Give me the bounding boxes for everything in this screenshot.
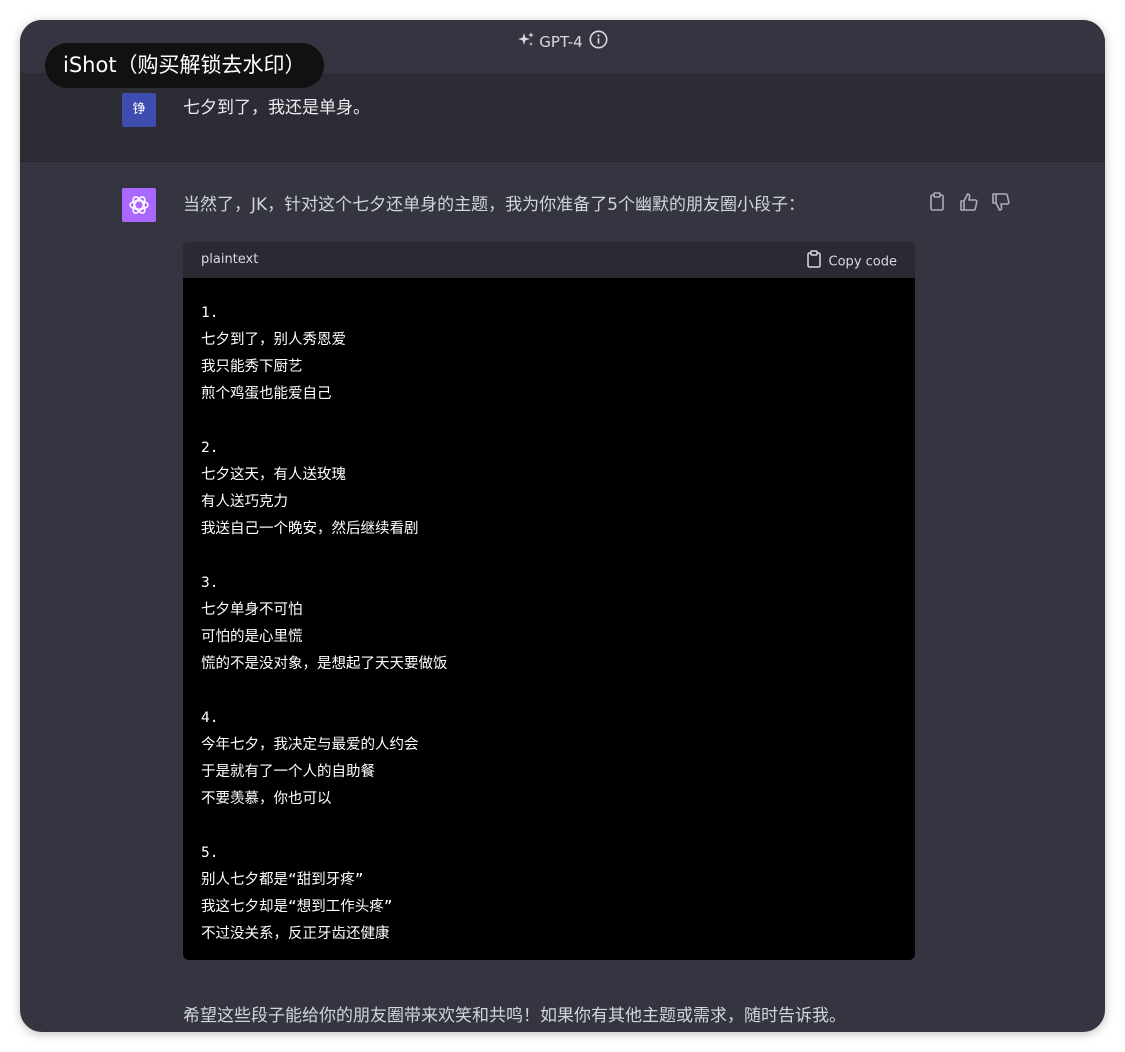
code-line: 有人送巧克力 <box>201 494 288 510</box>
code-line: 慌的不是没对象，是想起了天天要做饭 <box>201 656 448 672</box>
assistant-intro-text: 当然了，JK，针对这个七夕还单身的主题，我为你准备了5个幽默的朋友圈小段子： <box>183 195 805 215</box>
clipboard-icon[interactable] <box>926 190 948 214</box>
code-line: 不过没关系，反正牙齿还健康 <box>201 926 390 942</box>
code-line: 我这七夕却是“想到工作头疼” <box>201 899 393 915</box>
copy-code-label: Copy code <box>828 254 897 270</box>
message-actions <box>926 190 1016 214</box>
code-line: 我送自己一个晚安，然后继续看剧 <box>201 521 419 537</box>
code-line: 今年七夕，我决定与最爱的人约会 <box>201 737 419 753</box>
user-avatar: 铮 <box>122 93 156 127</box>
code-line: 于是就有了一个人的自助餐 <box>201 764 375 780</box>
code-line: 3. <box>201 575 219 591</box>
code-header: plaintext Copy code <box>183 242 915 278</box>
code-line: 煎个鸡蛋也能爱自己 <box>201 386 332 402</box>
clipboard-icon <box>806 250 822 275</box>
chat-window: GPT-4 iShot（购买解锁去水印） 铮 七夕到了，我还是单身。 当然了，J… <box>20 20 1105 1032</box>
ishot-watermark: iShot（购买解锁去水印） <box>45 43 324 88</box>
model-name: GPT-4 <box>539 33 583 51</box>
code-line: 七夕到了，别人秀恩爱 <box>201 332 346 348</box>
code-line: 不要羡慕，你也可以 <box>201 791 332 807</box>
copy-code-button[interactable]: Copy code <box>806 250 897 270</box>
code-line: 我只能秀下厨艺 <box>201 359 303 375</box>
assistant-closing-text: 希望这些段子能给你的朋友圈带来欢笑和共鸣！如果你有其他主题或需求，随时告诉我。 <box>183 1006 846 1026</box>
openai-logo-icon <box>122 188 156 222</box>
code-content: 1. 七夕到了，别人秀恩爱 我只能秀下厨艺煎个鸡蛋也能爱自己 2. 七夕这天，有人送玫瑰… <box>201 300 901 948</box>
thumbs-down-icon[interactable] <box>990 190 1012 214</box>
code-block: plaintext Copy code 1. 七夕到了，别人秀恩爱 我只能秀下厨艺煎… <box>183 242 915 960</box>
code-line: 可怕的是心里慌 <box>201 629 303 645</box>
sparkle-icon <box>517 31 535 54</box>
code-language-label: plaintext <box>201 252 259 267</box>
user-message-text: 七夕到了，我还是单身。 <box>183 98 370 118</box>
code-line: 2. <box>201 440 219 456</box>
thumbs-up-icon[interactable] <box>958 190 980 214</box>
code-line: 4. <box>201 710 219 726</box>
info-icon[interactable] <box>589 30 608 54</box>
code-line: 七夕单身不可怕 <box>201 602 303 618</box>
code-line: 别人七夕都是“甜到牙疼” <box>201 872 364 888</box>
code-line: 七夕这天，有人送玫瑰 <box>201 467 346 483</box>
code-line: 5. <box>201 845 219 861</box>
code-line: 1. <box>201 305 219 321</box>
